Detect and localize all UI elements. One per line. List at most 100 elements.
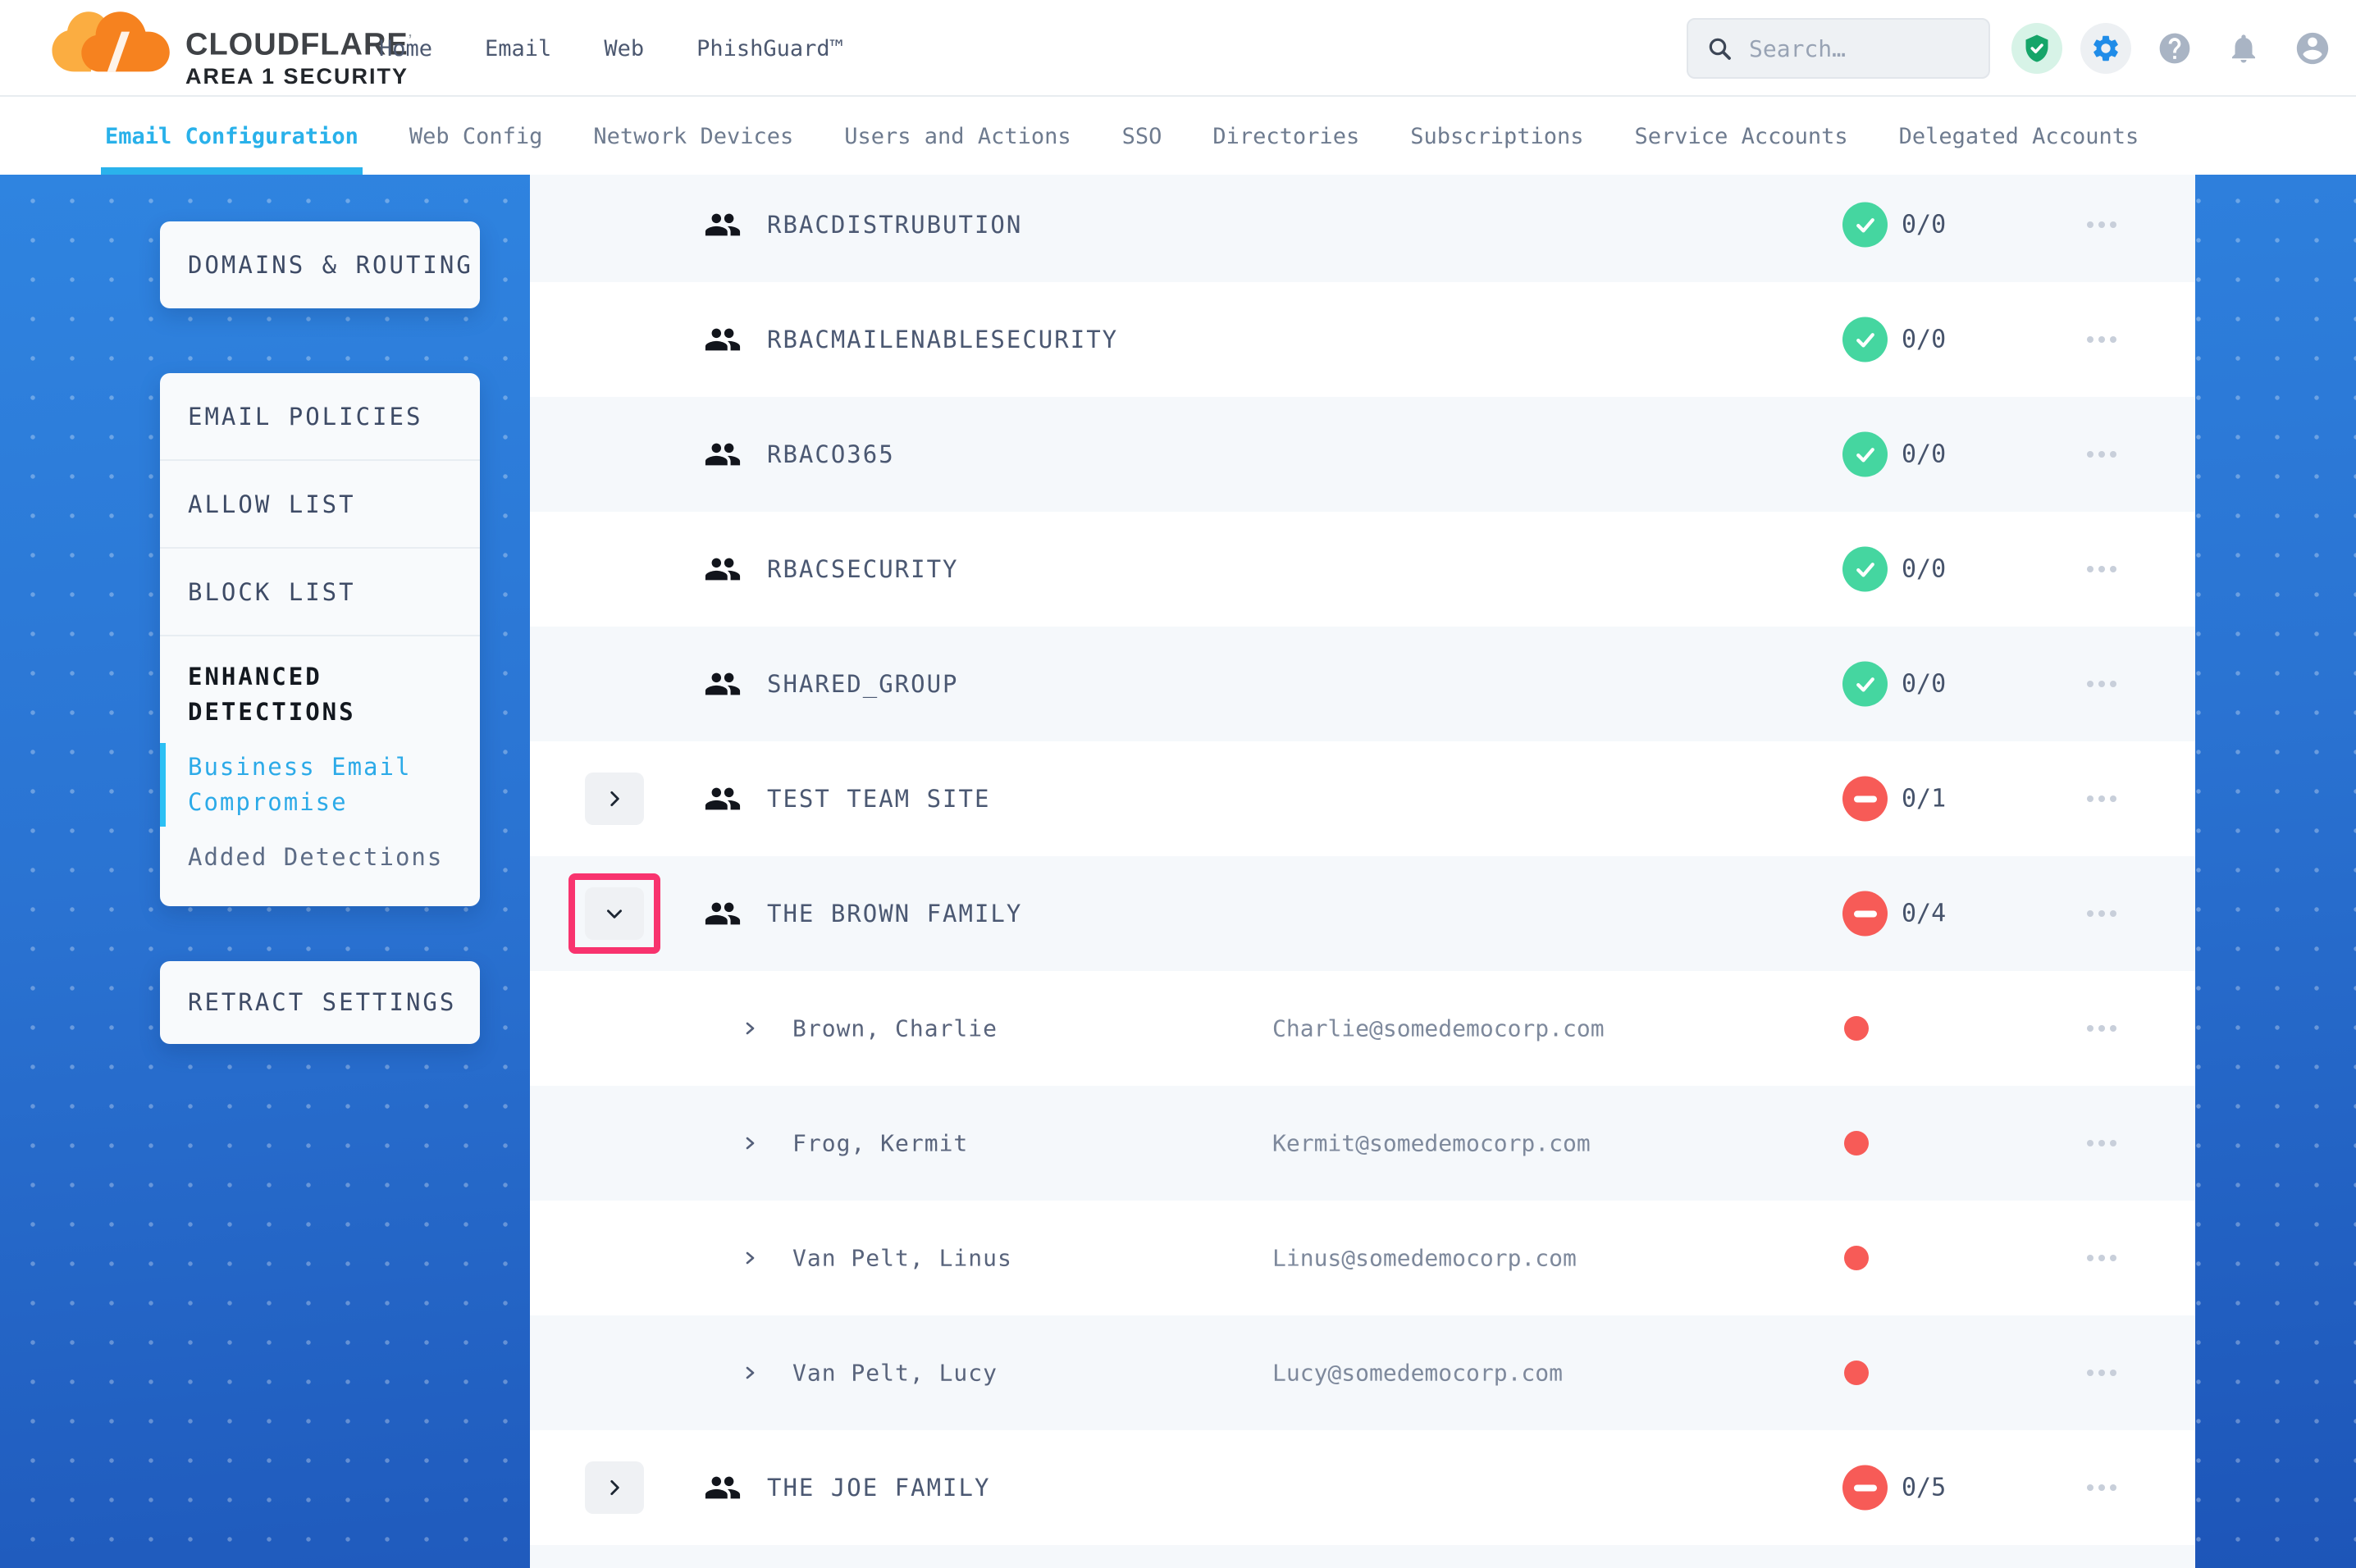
sidebar-item-block-list[interactable]: BLOCK LIST [160,549,480,636]
sidebar-item-added-detections[interactable]: Added Detections [188,840,452,875]
sidebar-item-domains-routing[interactable]: DOMAINS & ROUTING [160,221,480,308]
row-actions-menu[interactable] [2075,553,2128,586]
notifications-bell-icon[interactable] [2218,23,2269,74]
status-dot [1844,1361,1869,1385]
minus-icon [1854,795,1877,802]
chevron-right-icon[interactable] [740,1133,760,1153]
status-badge [1842,1465,1888,1511]
member-row: Van Pelt, Linus Linus@somedemocorp.com [530,1201,2195,1315]
search-icon [1706,35,1733,62]
nav-phishguard[interactable]: PhishGuard™ [696,36,843,62]
expand-toggle-button[interactable] [585,773,644,825]
group-icon [704,321,742,358]
header-nav: Home Email Web PhishGuard™ [379,0,843,97]
status-badge [1842,317,1888,362]
group-name: RBACO365 [767,440,895,468]
account-icon[interactable] [2287,23,2338,74]
status-count: 0/0 [1902,555,1946,584]
status-count: 0/1 [1902,785,1946,814]
tab-email-configuration[interactable]: Email Configuration [105,98,358,175]
status-badge [1842,203,1888,248]
member-email: Kermit@somedemocorp.com [1272,1130,1591,1157]
tab-sso[interactable]: SSO [1122,98,1162,175]
expand-toggle-button[interactable] [585,887,644,940]
help-icon[interactable] [2149,23,2200,74]
row-actions-menu[interactable] [2075,1471,2128,1504]
member-name: Van Pelt, Linus [792,1245,1012,1272]
status-dot [1844,1016,1869,1041]
row-actions-menu[interactable] [2075,1242,2128,1274]
group-row: RBACDISTRUBUTION 0/0 [530,175,2195,282]
tab-network-devices[interactable]: Network Devices [593,98,793,175]
member-row: Brown, Charlie Charlie@somedemocorp.com [530,971,2195,1086]
member-email: Charlie@somedemocorp.com [1272,1015,1605,1042]
sidebar-item-business-email-compromise[interactable]: Business Email Compromise [188,750,452,820]
minus-icon [1854,1484,1877,1491]
row-actions-menu[interactable] [2075,323,2128,356]
member-name: Van Pelt, Lucy [792,1360,998,1387]
tab-directories[interactable]: Directories [1212,98,1359,175]
group-name: THE BROWN FAMILY [767,900,1022,928]
enhanced-detections-title: ENHANCED DETECTIONS [188,659,452,730]
config-tabbar: Email Configuration Web Config Network Dev… [0,98,2356,175]
row-actions-menu[interactable] [2075,1012,2128,1045]
row-actions-menu[interactable] [2075,438,2128,471]
status-count: 0/4 [1902,900,1946,928]
group-icon [704,780,742,818]
group-row: RBACSECURITY 0/0 [530,512,2195,627]
row-actions-menu[interactable] [2075,782,2128,815]
search-box[interactable] [1687,18,1990,79]
group-icon [704,1469,742,1506]
tab-web-config[interactable]: Web Config [409,98,543,175]
tab-delegated-accounts[interactable]: Delegated Accounts [1899,98,2139,175]
group-name: SHARED_GROUP [767,670,959,698]
row-actions-menu[interactable] [2075,897,2128,930]
nav-email[interactable]: Email [485,36,551,62]
row-actions-menu[interactable] [2075,1127,2128,1160]
group-icon [704,550,742,588]
status-badge [1842,777,1888,822]
tab-users-and-actions[interactable]: Users and Actions [844,98,1071,175]
settings-gear-icon[interactable] [2080,23,2131,74]
expand-toggle-button[interactable] [585,1461,644,1514]
group-name: TEST TEAM SITE [767,785,990,813]
sidebar-item-allow-list[interactable]: ALLOW LIST [160,461,480,549]
status-count: 0/0 [1902,670,1946,699]
content-area: DOMAINS & ROUTING EMAIL POLICIESALLOW LI… [0,175,2356,1568]
status-badge [1842,662,1888,707]
nav-web[interactable]: Web [604,36,644,62]
tab-subscriptions[interactable]: Subscriptions [1410,98,1583,175]
status-badge [1842,432,1888,477]
status-count: 0/0 [1902,326,1946,354]
search-input[interactable] [1749,35,1970,62]
header-icons [2011,0,2338,97]
member-name: Brown, Charlie [792,1015,998,1042]
group-row: RBACMAILENABLESECURITY 0/0 [530,282,2195,397]
tab-service-accounts[interactable]: Service Accounts [1635,98,1848,175]
cloudflare-cloud-icon [48,8,179,79]
table-row-partial [530,1545,2195,1568]
top-header: CLOUDFLARE’ AREA 1 SECURITY Home Email Web… [0,0,2356,97]
cloudflare-logo: CLOUDFLARE’ AREA 1 SECURITY [48,8,413,89]
row-actions-menu[interactable] [2075,668,2128,700]
group-icon [704,895,742,932]
member-row: Van Pelt, Lucy Lucy@somedemocorp.com [530,1315,2195,1430]
shield-check-icon[interactable] [2011,23,2062,74]
member-row: Frog, Kermit Kermit@somedemocorp.com [530,1086,2195,1201]
sidebar-item-retract-settings[interactable]: RETRACT SETTINGS [160,961,480,1044]
status-count: 0/0 [1902,440,1946,469]
status-badge [1842,891,1888,937]
row-actions-menu[interactable] [2075,1356,2128,1389]
row-actions-menu[interactable] [2075,208,2128,241]
chevron-right-icon[interactable] [740,1019,760,1038]
chevron-right-icon[interactable] [740,1248,760,1268]
status-dot [1844,1246,1869,1270]
nav-home[interactable]: Home [379,36,432,62]
chevron-right-icon[interactable] [740,1363,760,1383]
status-count: 0/5 [1902,1474,1946,1502]
enhanced-detections-section: ENHANCED DETECTIONS Business Email Compr… [160,636,480,875]
groups-table-panel: RBACDISTRUBUTION 0/0 RBACMAILENABLESECUR… [530,175,2195,1568]
sidebar-item-email-policies[interactable]: EMAIL POLICIES [160,373,480,461]
member-name: Frog, Kermit [792,1130,968,1157]
group-name: RBACMAILENABLESECURITY [767,326,1118,353]
